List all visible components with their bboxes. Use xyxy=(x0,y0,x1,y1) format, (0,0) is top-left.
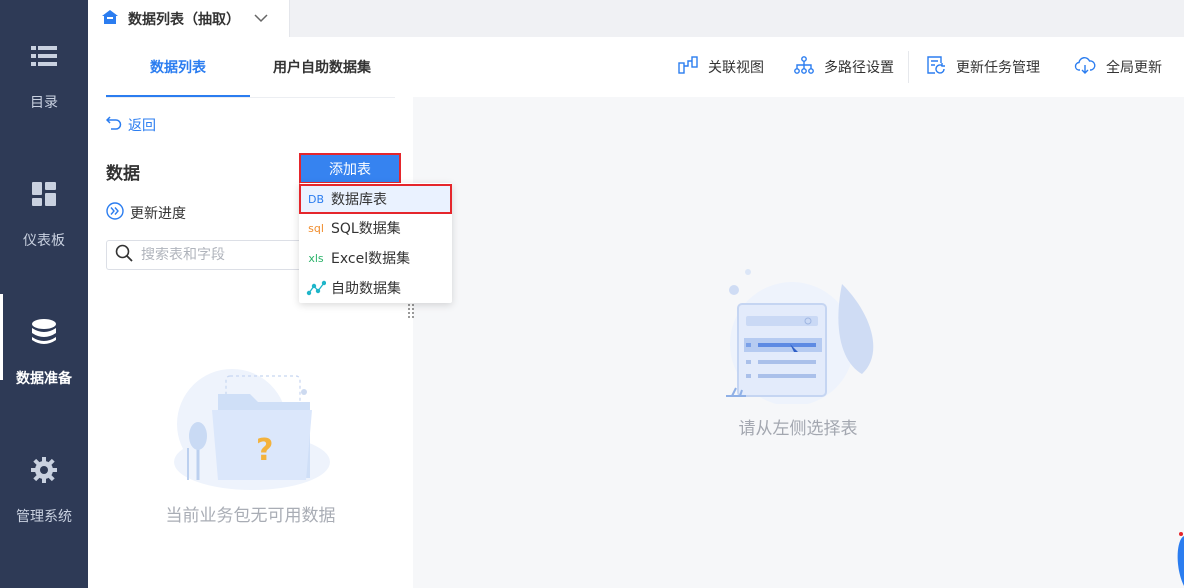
menu-item-database-table[interactable]: DB 数据库表 xyxy=(299,184,452,214)
empty-folder-illustration: ? xyxy=(172,362,332,496)
multipath-settings-button[interactable]: 多路径设置 xyxy=(794,37,894,97)
back-arrow-icon xyxy=(105,116,122,134)
toolbar-divider xyxy=(908,51,909,83)
section-title: 数据 xyxy=(106,164,140,184)
menu-item-self-service-dataset[interactable]: 自助数据集 xyxy=(299,273,452,303)
nav-label: 仪表板 xyxy=(23,233,65,249)
document-tab-strip: 数据列表（抽取） xyxy=(88,0,1184,37)
database-icon xyxy=(32,318,56,346)
nav-label: 管理系统 xyxy=(16,509,72,525)
menu-item-label: SQL数据集 xyxy=(331,221,401,237)
cloud-refresh-icon xyxy=(1074,56,1096,78)
self-service-icon xyxy=(305,280,327,296)
progress-label: 更新进度 xyxy=(130,206,186,222)
add-table-menu: DB 数据库表 sql SQL数据集 xls Excel数据集 自助数据集 xyxy=(299,183,452,303)
add-table-button[interactable]: 添加表 xyxy=(299,153,401,184)
main-empty-text: 请从左侧选择表 xyxy=(738,419,858,439)
global-update-button[interactable]: 全局更新 xyxy=(1074,37,1162,97)
nav-item-admin[interactable]: 管理系统 xyxy=(0,414,88,534)
search-input[interactable] xyxy=(141,247,291,263)
panel-divider xyxy=(106,97,395,98)
gear-icon xyxy=(31,456,57,484)
document-tab[interactable]: 数据列表（抽取） xyxy=(88,0,290,37)
relation-view-icon xyxy=(678,56,698,78)
document-tab-title: 数据列表（抽取） xyxy=(128,11,240,28)
menu-item-label: Excel数据集 xyxy=(331,251,411,267)
nav-label: 数据准备 xyxy=(16,371,72,387)
select-table-illustration xyxy=(712,264,882,408)
nav-item-data-prep[interactable]: 数据准备 xyxy=(0,276,88,396)
hierarchy-icon xyxy=(794,56,814,78)
db-icon: DB xyxy=(307,192,325,206)
dashboard-icon xyxy=(32,180,56,208)
svg-text:?: ? xyxy=(256,433,273,468)
chevron-down-icon[interactable] xyxy=(254,11,268,27)
nav-label: 目录 xyxy=(30,95,58,111)
menu-item-sql-dataset[interactable]: sql SQL数据集 xyxy=(299,213,452,243)
empty-state-text: 当前业务包无可用数据 xyxy=(165,506,336,526)
menu-item-label: 数据库表 xyxy=(331,192,387,208)
sql-icon: sql xyxy=(308,221,324,235)
nav-item-dashboard[interactable]: 仪表板 xyxy=(0,138,88,258)
tab-data-list[interactable]: 数据列表 xyxy=(106,37,250,97)
menu-item-label: 自助数据集 xyxy=(331,281,401,297)
menu-item-excel-dataset[interactable]: xls Excel数据集 xyxy=(299,243,452,273)
assistant-icon[interactable] xyxy=(1174,528,1184,588)
update-progress-link[interactable]: 更新进度 xyxy=(106,202,186,224)
add-table-label: 添加表 xyxy=(329,161,371,178)
tab-label: 数据列表 xyxy=(150,60,206,76)
task-refresh-icon xyxy=(926,55,946,79)
relation-view-button[interactable]: 关联视图 xyxy=(678,37,764,97)
back-label: 返回 xyxy=(128,118,156,134)
relation-view-label: 关联视图 xyxy=(708,60,764,76)
list-icon xyxy=(31,42,57,70)
global-update-label: 全局更新 xyxy=(1106,60,1162,76)
nav-item-catalog[interactable]: 目录 xyxy=(0,0,88,120)
xls-icon: xls xyxy=(308,251,324,265)
update-task-management-button[interactable]: 更新任务管理 xyxy=(926,37,1040,97)
multipath-settings-label: 多路径设置 xyxy=(824,60,894,76)
left-nav: 目录 仪表板 数据准备 管理系统 xyxy=(0,0,88,588)
resize-handle[interactable] xyxy=(408,304,414,320)
search-icon xyxy=(115,244,133,266)
search-box xyxy=(106,240,306,270)
tab-self-service-dataset[interactable]: 用户自助数据集 xyxy=(250,37,394,97)
progress-icon xyxy=(106,202,124,224)
tab-label: 用户自助数据集 xyxy=(273,60,371,76)
header-bar: 数据列表 用户自助数据集 关联视图 多路径设置 更新任务管理 全局更新 xyxy=(88,37,1184,97)
home-icon xyxy=(102,9,118,28)
back-link[interactable]: 返回 xyxy=(105,115,156,135)
update-task-management-label: 更新任务管理 xyxy=(956,60,1040,76)
